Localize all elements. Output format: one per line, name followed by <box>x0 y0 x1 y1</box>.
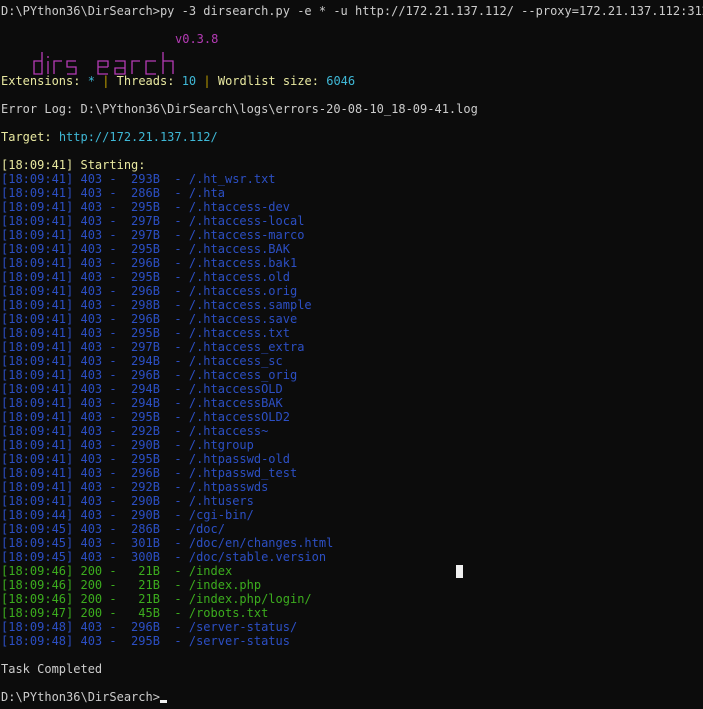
final-prompt-line[interactable]: D:\PYthon36\DirSearch> <box>1 690 167 704</box>
result-row: [18:09:41] 403 - 298B - /.htaccess.sampl… <box>1 298 312 312</box>
error-log-line: Error Log: D:\PYthon36\DirSearch\logs\er… <box>1 102 478 116</box>
result-row: [18:09:41] 403 - 295B - /.htaccess.txt <box>1 326 290 340</box>
wordlist-value: 6046 <box>326 74 356 88</box>
result-row: [18:09:45] 403 - 300B - /doc/stable.vers… <box>1 550 327 564</box>
result-row: [18:09:41] 403 - 297B - /.htaccess-marco <box>1 228 305 242</box>
result-row: [18:09:41] 403 - 292B - /.htaccess~ <box>1 424 269 438</box>
terminal-window[interactable]: D:\PYthon36\DirSearch>py -3 dirsearch.py… <box>0 0 703 709</box>
result-row: [18:09:41] 403 - 297B - /.htaccess-local <box>1 214 305 228</box>
target-line: Target: http://172.21.137.112/ <box>1 130 218 144</box>
threads-value: 10 <box>181 74 197 88</box>
result-row: [18:09:41] 403 - 295B - /.htaccessOLD2 <box>1 410 290 424</box>
extensions-label: Extensions: <box>1 74 81 88</box>
starting-line: [18:09:41] Starting: <box>1 158 146 172</box>
result-row: [18:09:41] 403 - 295B - /.htaccess.old <box>1 270 290 284</box>
wordlist-label: Wordlist size: <box>217 74 319 88</box>
threads-label: Threads: <box>116 74 175 88</box>
result-row: [18:09:41] 403 - 286B - /.hta <box>1 186 225 200</box>
result-row: [18:09:46] 200 - 21B - /index.php <box>1 578 262 592</box>
dirsearch-logo <box>3 35 174 75</box>
result-row: [18:09:41] 403 - 296B - /.htaccess.bak1 <box>1 256 298 270</box>
extensions-value: * <box>87 74 95 88</box>
dirsearch-logo-icon <box>33 52 174 75</box>
result-row: [18:09:41] 403 - 290B - /.htusers <box>1 494 254 508</box>
final-prompt: D:\PYthon36\DirSearch> <box>1 690 160 704</box>
result-row: [18:09:41] 403 - 296B - /.htaccess.save <box>1 312 298 326</box>
result-row: [18:09:41] 403 - 297B - /.htaccess_extra <box>1 340 305 354</box>
result-row: [18:09:41] 403 - 292B - /.htpasswds <box>1 480 269 494</box>
result-row: [18:09:41] 403 - 294B - /.htaccess_sc <box>1 354 283 368</box>
result-row: [18:09:48] 403 - 296B - /server-status/ <box>1 620 298 634</box>
config-separator: | <box>102 74 110 88</box>
result-row: [18:09:41] 403 - 295B - /.htaccess-dev <box>1 200 290 214</box>
result-row: [18:09:41] 403 - 294B - /.htaccessBAK <box>1 396 283 410</box>
result-row: [18:09:41] 403 - 296B - /.htaccess_orig <box>1 368 298 382</box>
config-line: Extensions: * | Threads: 10 | Wordlist s… <box>1 74 355 88</box>
version-label: v0.3.8 <box>175 32 219 46</box>
mouse-cursor-icon <box>456 565 463 578</box>
result-row: [18:09:41] 403 - 295B - /.htpasswd-old <box>1 452 290 466</box>
result-row: [18:09:41] 403 - 296B - /.htpasswd_test <box>1 466 298 480</box>
target-label: Target: <box>1 130 52 144</box>
result-row: [18:09:41] 403 - 295B - /.htaccess.BAK <box>1 242 290 256</box>
result-row: [18:09:48] 403 - 295B - /server-status <box>1 634 290 648</box>
result-row: [18:09:47] 200 - 45B - /robots.txt <box>1 606 269 620</box>
result-row: [18:09:45] 403 - 286B - /doc/ <box>1 522 225 536</box>
result-row: [18:09:46] 200 - 21B - /index <box>1 564 233 578</box>
result-row: [18:09:41] 403 - 293B - /.ht_wsr.txt <box>1 172 276 186</box>
result-row: [18:09:41] 403 - 290B - /.htgroup <box>1 438 254 452</box>
text-cursor-icon <box>159 700 167 703</box>
task-completed-line: Task Completed <box>1 662 103 676</box>
result-row: [18:09:41] 403 - 296B - /.htaccess.orig <box>1 284 298 298</box>
result-row: [18:09:45] 403 - 301B - /doc/en/changes.… <box>1 536 334 550</box>
result-row: [18:09:44] 403 - 290B - /cgi-bin/ <box>1 508 254 522</box>
result-row: [18:09:41] 403 - 294B - /.htaccessOLD <box>1 382 283 396</box>
config-separator: | <box>203 74 211 88</box>
result-row: [18:09:46] 200 - 21B - /index.php/login/ <box>1 592 312 606</box>
target-url: http://172.21.137.112/ <box>58 130 218 144</box>
command-line: D:\PYthon36\DirSearch>py -3 dirsearch.py… <box>1 4 703 18</box>
